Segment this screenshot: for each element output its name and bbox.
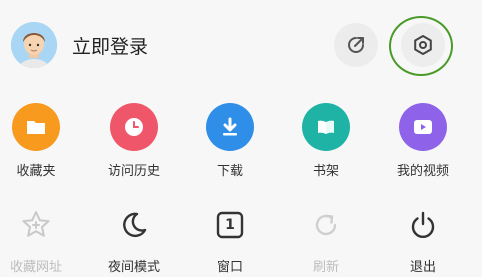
- login-link[interactable]: 立即登录: [72, 34, 148, 60]
- downloads-label: 下载: [216, 164, 243, 179]
- bookmark-url-action[interactable]: 收藏网址: [0, 205, 81, 277]
- favorites-folder-icon: [12, 103, 60, 151]
- window-count-badge: 1: [225, 217, 235, 233]
- avatar-illustration: [11, 22, 57, 68]
- windows-label: 窗口: [216, 260, 243, 275]
- menu-header: 立即登录: [0, 0, 482, 95]
- downloads-action[interactable]: 下载: [185, 103, 275, 181]
- window-count-icon: 1: [210, 205, 250, 245]
- video-play-icon: [399, 103, 447, 151]
- exit-action[interactable]: 退出: [378, 205, 468, 277]
- download-icon: [206, 103, 254, 151]
- refresh-label: 刷新: [312, 260, 339, 275]
- share-icon: [348, 37, 364, 53]
- power-icon: [403, 205, 443, 245]
- history-clock-icon: [110, 103, 158, 151]
- my-videos-label: 我的视频: [396, 164, 449, 179]
- bookmark-url-label: 收藏网址: [9, 260, 62, 275]
- refresh-icon: [306, 205, 346, 245]
- share-button[interactable]: [334, 23, 378, 67]
- refresh-action[interactable]: 刷新: [281, 205, 371, 277]
- night-mode-action[interactable]: 夜间模式: [89, 205, 179, 277]
- windows-action[interactable]: 1 窗口: [185, 205, 275, 277]
- history-action[interactable]: 访问历史: [89, 103, 179, 181]
- star-add-icon: [16, 205, 56, 245]
- night-mode-label: 夜间模式: [107, 260, 160, 275]
- settings-highlight-ring: [389, 16, 453, 76]
- user-avatar[interactable]: [11, 22, 57, 68]
- my-videos-action[interactable]: 我的视频: [378, 103, 468, 181]
- bookshelf-label: 书架: [312, 164, 339, 179]
- bookshelf-action[interactable]: 书架: [281, 103, 371, 181]
- favorites-label: 收藏夹: [16, 164, 56, 179]
- book-icon: [302, 103, 350, 151]
- moon-icon: [114, 205, 154, 245]
- favorites-action[interactable]: 收藏夹: [0, 103, 81, 181]
- exit-label: 退出: [409, 260, 436, 275]
- history-label: 访问历史: [107, 164, 160, 179]
